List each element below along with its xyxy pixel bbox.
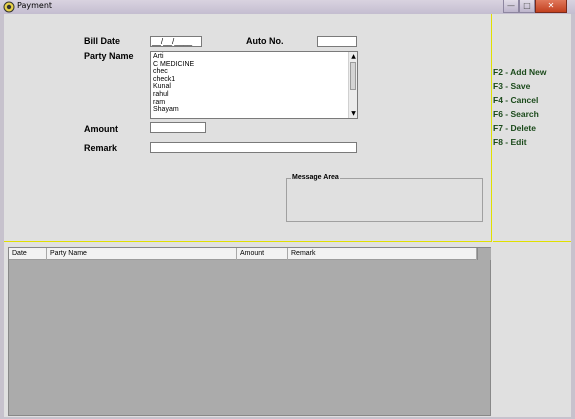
list-item[interactable]: C MEDICINE	[153, 61, 343, 69]
list-item[interactable]: Arti	[153, 53, 343, 61]
form-panel: Bill Date __/__/____ Auto No. Party Name…	[4, 14, 492, 242]
party-list-items: Arti C MEDICINE chec check1 Kunal rahul …	[153, 53, 343, 114]
scroll-down-icon[interactable]: ▼	[349, 109, 357, 118]
maximize-button[interactable]: □	[519, 0, 535, 13]
minimize-button[interactable]: —	[503, 0, 519, 13]
maximize-icon: □	[523, 1, 531, 10]
shortcut-search: F6 - Search	[493, 109, 539, 119]
list-item[interactable]: Shayam	[153, 106, 343, 114]
list-item[interactable]: Kunal	[153, 83, 343, 91]
column-header-remark[interactable]: Remark	[288, 248, 477, 260]
minimize-icon: —	[507, 1, 515, 10]
column-header-date[interactable]: Date	[9, 248, 47, 260]
grid-header: Date Party Name Amount Remark	[9, 248, 477, 260]
scroll-thumb[interactable]	[350, 62, 356, 90]
app-icon	[3, 1, 15, 13]
party-name-list[interactable]: Arti C MEDICINE chec check1 Kunal rahul …	[150, 51, 358, 119]
bill-date-label: Bill Date	[84, 36, 121, 46]
payment-grid[interactable]: Date Party Name Amount Remark	[8, 247, 491, 416]
close-icon: ✕	[547, 1, 555, 10]
window-title: Payment	[17, 1, 53, 10]
shortcut-delete: F7 - Delete	[493, 123, 536, 133]
shortcut-cancel: F4 - Cancel	[493, 95, 539, 105]
shortcut-add-new: F2 - Add New	[493, 67, 547, 77]
amount-field[interactable]	[150, 122, 206, 133]
scroll-up-icon[interactable]: ▲	[349, 52, 357, 61]
shortcut-save: F3 - Save	[493, 81, 531, 91]
client-area: Bill Date __/__/____ Auto No. Party Name…	[4, 14, 571, 417]
auto-no-field[interactable]	[317, 36, 357, 47]
message-area-label: Message Area	[291, 174, 340, 181]
payment-window: Payment — □ ✕ Bill Date __/__/____ Auto …	[0, 0, 575, 419]
party-list-scrollbar[interactable]: ▲ ▼	[348, 52, 357, 118]
message-area: Message Area	[286, 174, 483, 222]
list-item[interactable]: check1	[153, 76, 343, 84]
remark-label: Remark	[84, 143, 118, 153]
bill-date-field[interactable]: __/__/____	[150, 36, 202, 47]
list-item[interactable]: rahul	[153, 91, 343, 99]
remark-field[interactable]	[150, 142, 357, 153]
shortcut-edit: F8 - Edit	[493, 137, 527, 147]
column-header-amount[interactable]: Amount	[237, 248, 288, 260]
auto-no-label: Auto No.	[246, 36, 284, 46]
list-item[interactable]: ram	[153, 99, 343, 107]
amount-label: Amount	[84, 124, 118, 134]
grid-header-filler	[477, 248, 491, 260]
list-item[interactable]: chec	[153, 68, 343, 76]
title-bar[interactable]: Payment — □ ✕	[0, 0, 575, 14]
party-name-label: Party Name	[84, 51, 134, 61]
close-button[interactable]: ✕	[535, 0, 567, 13]
column-header-party-name[interactable]: Party Name	[47, 248, 237, 260]
